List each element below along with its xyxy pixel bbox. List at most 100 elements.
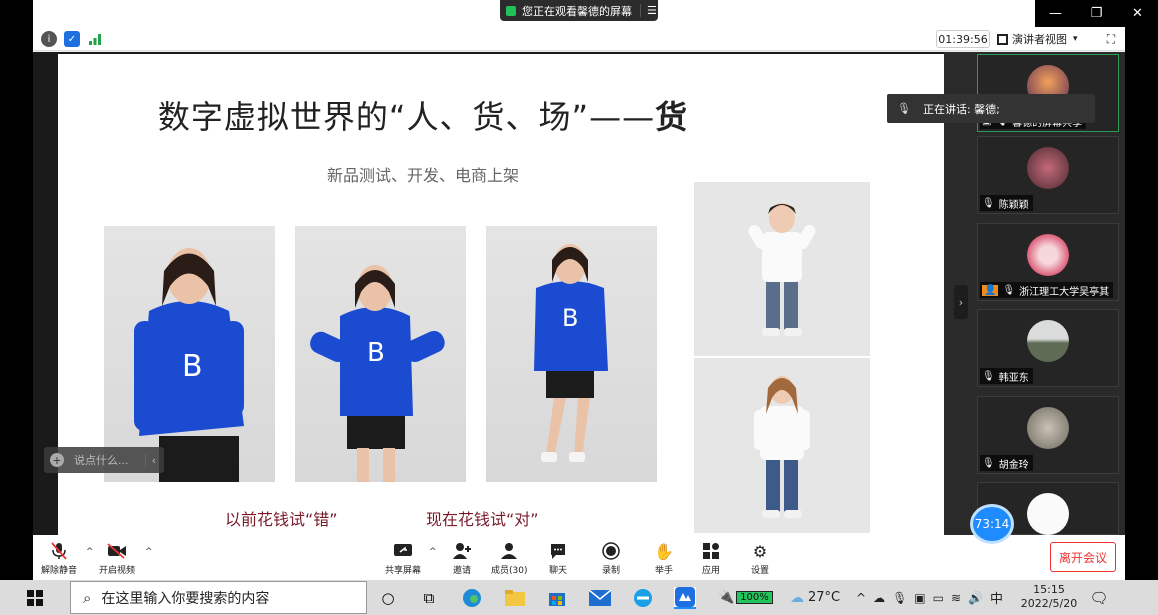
invite-button[interactable]: 邀请 [451, 541, 473, 576]
view-switch-button[interactable]: 演讲者视图 ▾ [997, 30, 1097, 48]
share-screen-button[interactable]: 共享屏幕 [385, 541, 421, 576]
temperature: 27°C [808, 590, 841, 605]
mail-icon[interactable] [589, 587, 611, 609]
participant-tile-2[interactable]: 👤 🎙 浙江理工大学吴亭其 [977, 223, 1119, 301]
shield-icon[interactable]: ✓ [64, 31, 80, 47]
participant-name-tag: 🎙 陈颖颖 [980, 195, 1033, 211]
fullscreen-icon[interactable]: ⛶ [1102, 30, 1120, 48]
participant-name-tag: 👤 🎙 浙江理工大学吴亭其 [980, 282, 1114, 298]
avatar [1027, 147, 1069, 189]
search-placeholder: 在这里输入你要搜索的内容 [101, 590, 270, 607]
chevron-down-icon: ▾ [1073, 34, 1078, 44]
chat-button[interactable]: 聊天 [547, 541, 569, 576]
plus-icon[interactable]: + [50, 453, 64, 467]
battery-indicator[interactable]: 🔌 100% [718, 580, 773, 615]
video-button[interactable]: 开启视频 [99, 541, 135, 576]
participant-name: 胡金玲 [998, 459, 1029, 471]
power-plug-icon: 🔌 [718, 590, 735, 605]
chevron-left-icon[interactable]: ‹ [144, 453, 164, 467]
settings-button[interactable]: ⚙ 设置 [749, 541, 771, 577]
members-button[interactable]: 成员(30) [491, 541, 527, 576]
window-controls: — ❐ ✕ [1035, 0, 1158, 27]
info-icon[interactable]: i [41, 31, 57, 47]
participant-tile-4[interactable]: 🎙 胡金玲 [977, 396, 1119, 474]
participant-name: 陈颖颖 [998, 199, 1029, 211]
onedrive-icon[interactable]: ☁ [873, 591, 885, 605]
chevron-up-icon[interactable]: ^ [86, 547, 94, 557]
share-screen-icon [392, 541, 414, 561]
apps-icon [700, 541, 722, 561]
countdown-badge[interactable]: 73:14 [970, 504, 1014, 544]
edge-browser-icon[interactable] [461, 587, 483, 609]
chevron-up-icon[interactable]: ^ [145, 547, 153, 557]
model-photo-2: B [295, 226, 466, 482]
chevron-up-icon[interactable]: ^ [429, 547, 437, 557]
search-icon: ⌕ [83, 588, 92, 607]
system-clock[interactable]: 15:15 2022/5/20 [1016, 583, 1082, 611]
speaking-text: 正在讲话: 馨德; [922, 102, 1000, 116]
close-button[interactable]: ✕ [1117, 0, 1158, 27]
system-tray: ^ ☁ 🎙 ▣ ▭ ≋ 🔊 中 [856, 580, 1003, 615]
wifi-icon[interactable]: ≋ [951, 591, 961, 605]
banner-menu-icon[interactable]: ☰ [640, 4, 657, 17]
mute-button[interactable]: 解除静音 [41, 541, 77, 576]
invite-label: 邀请 [452, 566, 471, 576]
mic-muted-icon: 🎙 [982, 370, 995, 382]
raise-hand-button[interactable]: ✋ 举手 [653, 541, 675, 577]
chat-placeholder: 说点什么... [74, 454, 129, 467]
mute-label: 解除静音 [41, 566, 78, 576]
windows-start-icon[interactable] [0, 580, 70, 615]
meeting-controls: 解除静音 ^ 开启视频 ^ 共享屏幕 ^ 邀请 成员(30) 聊天 录制 ✋ 举… [33, 535, 1125, 580]
weather-indicator[interactable]: ☁ 27°C [790, 580, 840, 615]
view-label: 演讲者视图 [1012, 33, 1067, 46]
minimize-button[interactable]: — [1035, 0, 1076, 27]
restore-button[interactable]: ❐ [1076, 0, 1117, 27]
view-layout-icon [997, 33, 1008, 45]
chat-quick-input[interactable]: + 说点什么... ‹ [44, 447, 164, 473]
chevron-up-icon[interactable]: ^ [856, 591, 866, 605]
ime-indicator[interactable]: 中 [990, 588, 1003, 607]
mic-icon: 🎙 [897, 102, 911, 115]
screen-share-banner[interactable]: 您正在观看馨德的屏幕 ☰ [500, 0, 658, 21]
user-icon: 👤 [982, 284, 999, 296]
meeting-info-bar: i ✓ 01:39:56 演讲者视图 ▾ ⛶ [33, 27, 1125, 51]
record-button[interactable]: 录制 [600, 541, 622, 576]
file-explorer-icon[interactable] [504, 587, 526, 609]
store-icon[interactable] [546, 587, 568, 609]
participant-name-tag: 🎙 韩亚东 [980, 368, 1033, 384]
mic-muted-icon [48, 541, 70, 561]
microphone-tray-icon[interactable]: 🎙 [892, 591, 907, 605]
participant-tile-1[interactable]: 🎙 陈颖颖 [977, 136, 1119, 214]
chevron-right-icon[interactable]: › [954, 285, 968, 319]
participant-name: 韩亚东 [998, 372, 1029, 384]
signal-icon[interactable] [87, 31, 103, 47]
security-tray-icon[interactable]: ▣ [914, 591, 925, 605]
participant-tile-3[interactable]: 🎙 韩亚东 [977, 309, 1119, 387]
ie-browser-icon[interactable] [632, 587, 654, 609]
participant-name-tag: 🎙 胡金玲 [980, 455, 1033, 471]
kid-photo-boy [694, 182, 870, 356]
record-label: 录制 [601, 566, 620, 576]
clock-time: 15:15 [1033, 583, 1065, 596]
volume-icon[interactable]: 🔊 [968, 591, 983, 605]
cortana-icon[interactable]: ○ [377, 587, 399, 609]
apps-button[interactable]: 应用 [700, 541, 722, 576]
slide-subtitle: 新品测试、开发、电商上架 [326, 166, 519, 185]
speaking-indicator: 🎙 正在讲话: 馨德; [887, 94, 1095, 123]
notification-icon[interactable]: 🗨 [1088, 587, 1110, 609]
hand-icon: ✋ [654, 541, 674, 561]
participant-panel: › ▣ 🎙 馨德的屏幕共享 🎙 陈颖颖 [944, 52, 1125, 535]
members-label: 成员(30) [491, 566, 528, 576]
task-view-icon[interactable]: ⧉ [418, 587, 440, 609]
svg-text:B: B [367, 338, 385, 368]
battery-tray-icon[interactable]: ▭ [933, 591, 944, 605]
battery-percent: 100% [736, 591, 773, 604]
chat-label: 聊天 [548, 566, 567, 576]
shared-content-area: 数字虚拟世界的“人、货、场”——货 新品测试、开发、电商上架 B B B 以前花… [33, 52, 1125, 535]
leave-meeting-button[interactable]: 离开会议 [1050, 542, 1116, 572]
windows-taskbar: ⌕ 在这里输入你要搜索的内容 ○ ⧉ 🔌 100% ☁ 27°C ^ ☁ 🎙 ▣… [0, 580, 1158, 615]
model-photo-1: B [104, 226, 275, 482]
meeting-app-icon[interactable] [674, 587, 696, 609]
share-screen-label: 共享屏幕 [385, 566, 422, 576]
taskbar-search-input[interactable]: ⌕ 在这里输入你要搜索的内容 [70, 581, 367, 614]
